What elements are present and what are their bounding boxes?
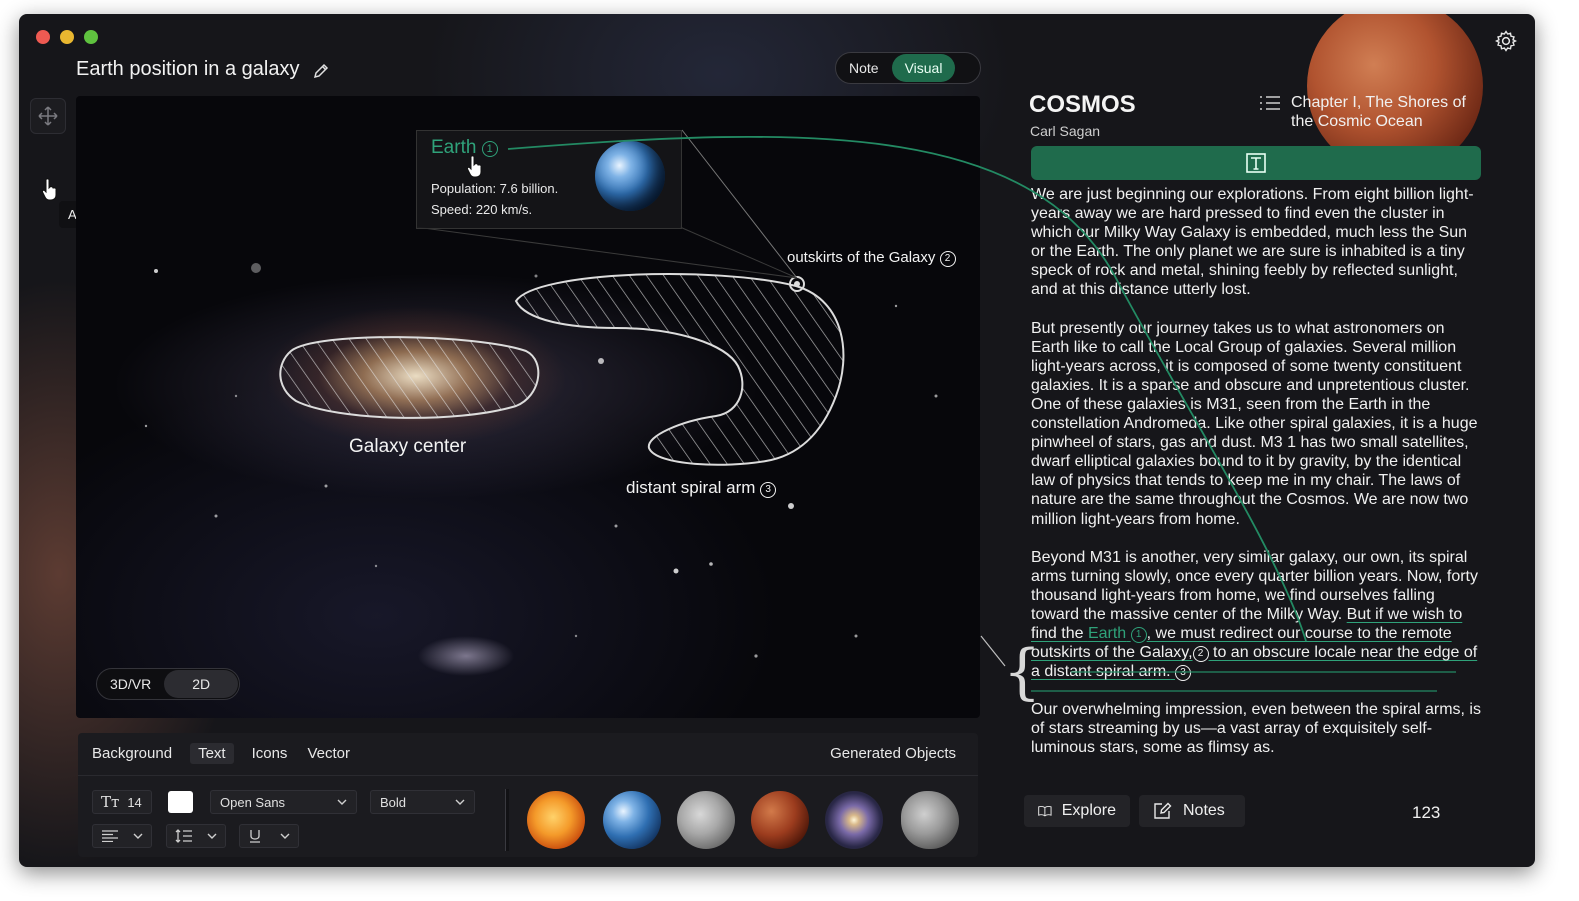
app-window: Earth position in a galaxy Note Visual A… xyxy=(19,14,1535,867)
link-connector xyxy=(507,135,1456,692)
hand-cursor-icon xyxy=(466,155,482,178)
